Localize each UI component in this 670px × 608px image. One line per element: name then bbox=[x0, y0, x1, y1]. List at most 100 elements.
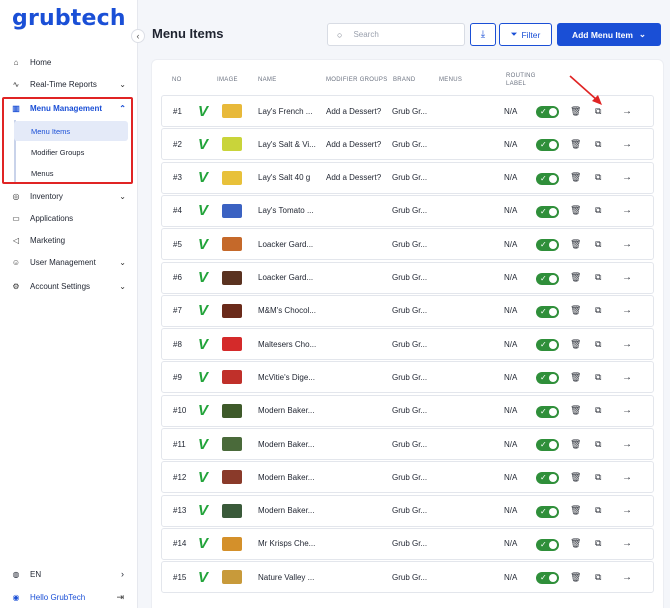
sub-item-menus[interactable]: Menus bbox=[14, 163, 128, 183]
trash-icon[interactable]: 🗑 bbox=[570, 362, 581, 392]
availability-toggle[interactable]: ✓ bbox=[536, 472, 559, 485]
sidebar-collapse-button[interactable]: ‹ bbox=[131, 29, 145, 43]
table-row[interactable]: #15 V Nature Valley ... Grub Gr... N/A ✓ 🗑 ⧉ → bbox=[161, 561, 654, 594]
nav-applications[interactable]: ▭ Applications bbox=[0, 207, 138, 229]
product-image bbox=[222, 470, 242, 485]
copy-icon[interactable]: ⧉ bbox=[595, 462, 601, 492]
copy-icon[interactable]: ⧉ bbox=[595, 229, 601, 259]
download-icon: ⤓ bbox=[480, 29, 486, 40]
table-row[interactable]: #3 V Lay's Salt 40 g Add a Dessert? Grub Gr.… bbox=[161, 161, 654, 194]
copy-icon[interactable]: ⧉ bbox=[595, 296, 601, 326]
copy-icon[interactable]: ⧉ bbox=[595, 329, 601, 359]
table-row[interactable]: #1 V Lay's French ... Add a Dessert? Grub Gr… bbox=[161, 95, 654, 127]
nav-user-management[interactable]: ☺ User Management ⌄ bbox=[0, 251, 138, 273]
arrow-right-icon[interactable]: → bbox=[622, 429, 632, 459]
arrow-right-icon[interactable]: → bbox=[622, 562, 632, 592]
availability-toggle[interactable]: ✓ bbox=[536, 272, 559, 285]
logout-icon[interactable]: ⇥ bbox=[116, 592, 124, 603]
arrow-right-icon[interactable]: → bbox=[622, 496, 632, 526]
availability-toggle[interactable]: ✓ bbox=[536, 505, 559, 518]
download-button[interactable]: ⤓ bbox=[470, 23, 496, 46]
table-row[interactable]: #4 V Lay's Tomato ... Grub Gr... N/A ✓ 🗑 ⧉ → bbox=[161, 194, 654, 227]
trash-icon[interactable]: 🗑 bbox=[570, 296, 581, 326]
sub-item-menu-items[interactable]: Menu Items bbox=[14, 121, 128, 141]
table-row[interactable]: #6 V Loacker Gard... Grub Gr... N/A ✓ 🗑 ⧉ → bbox=[161, 261, 654, 294]
availability-toggle[interactable]: ✓ bbox=[536, 439, 559, 451]
table-row[interactable]: #2 V Lay's Salt & Vi... Add a Dessert? Grub … bbox=[161, 128, 654, 161]
trash-icon[interactable]: 🗑 bbox=[570, 329, 581, 359]
arrow-right-icon[interactable]: → bbox=[622, 196, 632, 226]
arrow-right-icon[interactable]: → bbox=[622, 96, 632, 126]
nav-account-settings[interactable]: ⚙ Account Settings ⌄ bbox=[0, 275, 138, 297]
table-row[interactable]: #7 V M&M's Chocol... Grub Gr... N/A ✓ 🗑 ⧉ → bbox=[161, 294, 654, 327]
nav-inventory[interactable]: ◎ Inventory ⌄ bbox=[0, 185, 138, 207]
trash-icon[interactable]: 🗑 bbox=[570, 396, 581, 426]
availability-toggle[interactable]: ✓ bbox=[536, 106, 559, 118]
availability-toggle[interactable]: ✓ bbox=[536, 405, 559, 418]
availability-toggle[interactable]: ✓ bbox=[536, 372, 559, 385]
brand: Grub Gr... bbox=[392, 139, 428, 149]
add-menu-item-button[interactable]: Add Menu Item ⌄ bbox=[557, 23, 661, 46]
copy-icon[interactable]: ⧉ bbox=[595, 429, 601, 459]
arrow-right-icon[interactable]: → bbox=[622, 329, 632, 359]
copy-icon[interactable]: ⧉ bbox=[595, 362, 601, 392]
arrow-right-icon[interactable]: → bbox=[622, 462, 632, 492]
trash-icon[interactable]: 🗑 bbox=[570, 263, 581, 293]
arrow-right-icon[interactable]: → bbox=[622, 163, 632, 193]
table-row[interactable]: #9 V McVitie's Dige... Grub Gr... N/A ✓ 🗑 ⧉ → bbox=[161, 361, 654, 394]
nav-home[interactable]: ⌂ Home bbox=[0, 51, 138, 73]
trash-icon[interactable]: 🗑 bbox=[570, 196, 581, 226]
copy-icon[interactable]: ⧉ bbox=[595, 496, 601, 526]
item-name: Loacker Gard... bbox=[258, 239, 314, 249]
copy-icon[interactable]: ⧉ bbox=[595, 529, 601, 559]
nav-real-time-reports[interactable]: ∿ Real-Time Reports ⌄ bbox=[0, 73, 138, 95]
trash-icon[interactable]: 🗑 bbox=[570, 496, 581, 526]
table-row[interactable]: #13 V Modern Baker... Grub Gr... N/A ✓ 🗑 ⧉ → bbox=[161, 494, 654, 527]
item-name: Lay's Salt 40 g bbox=[258, 173, 311, 183]
arrow-right-icon[interactable]: → bbox=[622, 296, 632, 326]
trash-icon[interactable]: 🗑 bbox=[570, 529, 581, 559]
grubtech-logo[interactable]: grubtech bbox=[12, 6, 126, 31]
table-row[interactable]: #8 V Maltesers Cho... Grub Gr... N/A ✓ 🗑 ⧉ → bbox=[161, 328, 654, 361]
copy-icon[interactable]: ⧉ bbox=[595, 562, 601, 592]
user-profile[interactable]: ◉ Hello GrubTech ⇥ bbox=[0, 587, 138, 607]
copy-icon[interactable]: ⧉ bbox=[595, 263, 601, 293]
trash-icon[interactable]: 🗑 bbox=[570, 229, 581, 259]
arrow-right-icon[interactable]: → bbox=[622, 396, 632, 426]
table-row[interactable]: #5 V Loacker Gard... Grub Gr... N/A ✓ 🗑 ⧉ → bbox=[161, 228, 654, 261]
nav-marketing[interactable]: ◁ Marketing bbox=[0, 229, 138, 251]
copy-icon[interactable]: ⧉ bbox=[595, 163, 601, 193]
arrow-right-icon[interactable]: → bbox=[622, 129, 632, 159]
copy-icon[interactable]: ⧉ bbox=[595, 129, 601, 159]
table-row[interactable]: #12 V Modern Baker... Grub Gr... N/A ✓ 🗑 ⧉ → bbox=[161, 461, 654, 494]
nav-menu-management[interactable]: ▥ Menu Management ⌃ bbox=[0, 97, 138, 119]
copy-icon[interactable]: ⧉ bbox=[595, 96, 601, 126]
trash-icon[interactable]: 🗑 bbox=[570, 462, 581, 492]
filter-button[interactable]: ⏷ Filter bbox=[499, 23, 552, 46]
table-row[interactable]: #11 V Modern Baker... Grub Gr... N/A ✓ 🗑 ⧉ → bbox=[161, 428, 654, 460]
table-row[interactable]: #10 V Modern Baker... Grub Gr... N/A ✓ 🗑 ⧉ → bbox=[161, 394, 654, 427]
availability-toggle[interactable]: ✓ bbox=[536, 139, 559, 152]
trash-icon[interactable]: 🗑 bbox=[570, 96, 581, 126]
trash-icon[interactable]: 🗑 bbox=[570, 129, 581, 159]
trash-icon[interactable]: 🗑 bbox=[570, 429, 581, 459]
table-row[interactable]: #14 V Mr Krisps Che... Grub Gr... N/A ✓ 🗑 ⧉ → bbox=[161, 527, 654, 560]
availability-toggle[interactable]: ✓ bbox=[536, 239, 559, 252]
copy-icon[interactable]: ⧉ bbox=[595, 196, 601, 226]
search-input[interactable]: ○ Search bbox=[327, 23, 465, 46]
availability-toggle[interactable]: ✓ bbox=[536, 339, 559, 352]
arrow-right-icon[interactable]: → bbox=[622, 529, 632, 559]
arrow-right-icon[interactable]: → bbox=[622, 362, 632, 392]
availability-toggle[interactable]: ✓ bbox=[536, 305, 559, 318]
availability-toggle[interactable]: ✓ bbox=[536, 205, 559, 218]
availability-toggle[interactable]: ✓ bbox=[536, 572, 559, 585]
availability-toggle[interactable]: ✓ bbox=[536, 538, 559, 551]
availability-toggle[interactable]: ✓ bbox=[536, 172, 559, 185]
arrow-right-icon[interactable]: → bbox=[622, 263, 632, 293]
sub-item-modifier-groups[interactable]: Modifier Groups bbox=[14, 142, 128, 162]
copy-icon[interactable]: ⧉ bbox=[595, 396, 601, 426]
language-selector[interactable]: ◍ EN › bbox=[0, 564, 138, 584]
trash-icon[interactable]: 🗑 bbox=[570, 562, 581, 592]
arrow-right-icon[interactable]: → bbox=[622, 229, 632, 259]
trash-icon[interactable]: 🗑 bbox=[570, 163, 581, 193]
